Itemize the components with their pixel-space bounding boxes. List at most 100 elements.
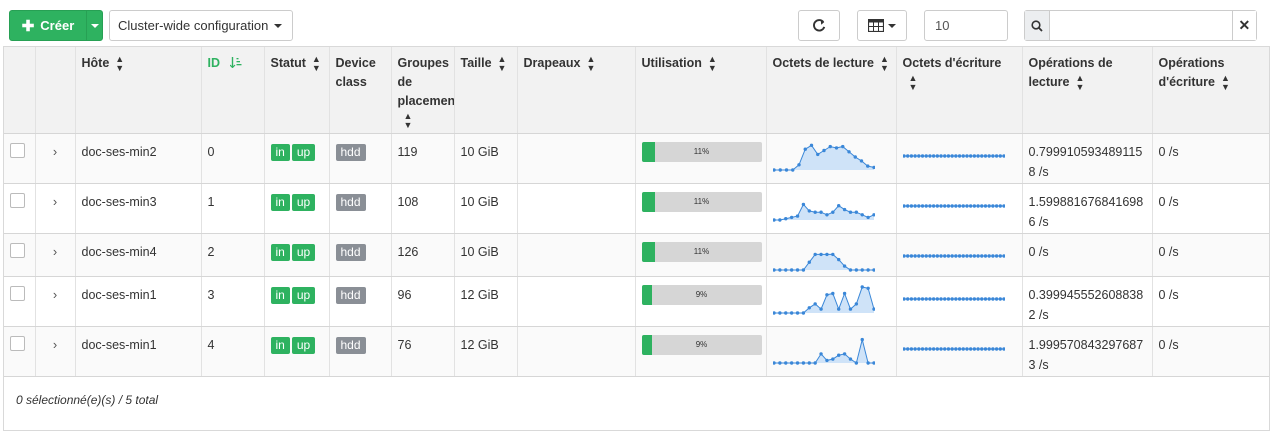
status-badge-up: up <box>291 243 316 261</box>
read-sparkline-point <box>836 353 840 357</box>
write-sparkline-point <box>927 203 932 208</box>
write-sparkline-point <box>902 253 906 258</box>
write-sparkline-point <box>994 153 998 158</box>
read-sparkline-point <box>807 305 811 309</box>
table-row[interactable]: › doc-ses-min4 2 in up hdd 126 10 GiB 11% 0 /s 0 /… <box>4 233 1269 277</box>
column-placement-groups[interactable]: Groupes de placement ▲ ▼ <box>391 47 455 134</box>
read-sparkline-point <box>824 292 829 296</box>
write-sparkline-point <box>986 203 991 208</box>
write-ops-value: 0 /s <box>1158 144 1179 159</box>
column-size[interactable]: Taille ▲ ▼ <box>454 47 518 134</box>
cluster-config-dropdown[interactable]: Cluster-wide configuration <box>109 10 293 41</box>
page-size-input[interactable]: 10 <box>924 10 1008 41</box>
write-sparkline-point <box>990 153 995 158</box>
chevron-right-icon[interactable]: › <box>42 192 69 212</box>
write-sparkline-point <box>905 346 909 351</box>
chevron-right-icon[interactable]: › <box>42 335 69 355</box>
read-sparkline-point <box>772 217 776 222</box>
read-sparkline-point <box>854 301 858 306</box>
id-cell: 3 <box>201 276 265 327</box>
status-cell: in up <box>264 276 330 327</box>
write-sparkline-point <box>909 153 913 158</box>
write-sparkline-point <box>916 346 921 351</box>
column-device-class-label: Device class <box>335 56 376 89</box>
column-id[interactable]: ID <box>201 47 265 134</box>
read-sparkline-point <box>783 310 787 315</box>
read-sparkline-point <box>865 163 869 168</box>
read-sparkline-point <box>848 210 852 214</box>
write-sparkline-point <box>998 253 1002 258</box>
row-checkbox[interactable] <box>10 142 25 158</box>
write-sparkline-point <box>975 296 980 301</box>
row-checkbox[interactable] <box>10 192 25 208</box>
write-sparkline-point <box>968 346 972 351</box>
create-dropdown-toggle[interactable] <box>86 11 103 40</box>
table-row[interactable]: › doc-ses-min3 1 in up hdd 108 10 GiB 11% 1.59988… <box>4 183 1269 234</box>
write-sparkline-point <box>983 346 987 351</box>
row-checkbox[interactable] <box>10 335 25 351</box>
chevron-right-icon[interactable]: › <box>42 242 69 262</box>
write-sparkline-point <box>942 153 946 158</box>
close-icon: ✕ <box>1238 17 1251 33</box>
clear-search-button[interactable]: ✕ <box>1231 11 1256 40</box>
write-sparkline-point <box>990 296 995 301</box>
column-host[interactable]: Hôte ▲ ▼ <box>75 47 202 134</box>
table-row[interactable]: › doc-ses-min1 3 in up hdd 96 12 GiB 9% 0.3999455… <box>4 276 1269 327</box>
chevron-right-icon[interactable]: › <box>42 285 69 305</box>
column-status[interactable]: Statut ▲ ▼ <box>264 47 330 134</box>
read-sparkline-point <box>812 252 817 256</box>
write-ops-cell: 0 /s <box>1152 276 1269 327</box>
id-cell: 0 <box>201 133 265 184</box>
table-row[interactable]: › doc-ses-min1 4 in up hdd 76 12 GiB 9% 1.9995708… <box>4 326 1269 377</box>
read-sparkline-point <box>783 267 787 272</box>
size-cell: 12 GiB <box>454 276 518 327</box>
write-sparkline-point <box>916 253 921 258</box>
create-button[interactable]: ✚ Créer <box>10 11 86 40</box>
pgs-value: 108 <box>397 194 419 209</box>
read-sparkline-point <box>824 252 829 256</box>
host-value: doc-ses-min4 <box>81 244 157 259</box>
usage-progress-label: 11% <box>693 196 710 206</box>
column-read-ops[interactable]: Opérations de lecture ▲ ▼ <box>1022 47 1153 134</box>
read-sparkline-point <box>783 360 787 365</box>
sort-icon: ▲ ▼ <box>115 53 125 73</box>
table-row[interactable]: › doc-ses-min2 0 in up hdd 119 10 GiB 11% 0.79991… <box>4 133 1269 184</box>
read-sparkline-point <box>853 154 857 159</box>
read-sparkline-point <box>777 267 782 272</box>
id-value: 0 <box>207 144 215 159</box>
read-sparkline-point <box>801 360 805 365</box>
write-sparkline-point <box>983 203 987 208</box>
column-usage[interactable]: Utilisation ▲ ▼ <box>635 47 767 134</box>
read-ops-value: 0 /s <box>1028 244 1049 259</box>
write-sparkline-point <box>927 153 932 158</box>
search-input[interactable] <box>1049 11 1232 40</box>
write-sparkline-point <box>935 296 939 301</box>
column-flags[interactable]: Drapeaux ▲ ▼ <box>517 47 636 134</box>
read-sparkline-point <box>842 351 846 356</box>
write-sparkline-point <box>946 296 950 301</box>
read-sparkline-point <box>777 360 782 365</box>
chevron-right-icon[interactable]: › <box>42 142 69 162</box>
write-sparkline-point <box>942 346 946 351</box>
read-sparkline-point <box>830 252 835 256</box>
read-bytes-sparkline <box>772 337 875 365</box>
write-sparkline-point <box>1001 346 1005 351</box>
read-ops-cell: 0 /s <box>1022 233 1153 277</box>
read-sparkline-area <box>773 286 874 313</box>
column-write-ops[interactable]: Opérations d'écriture ▲ ▼ <box>1152 47 1269 134</box>
column-write-bytes[interactable]: Octets d'écriture ▲ ▼ <box>896 47 1023 134</box>
pgs-cell: 96 <box>391 276 455 327</box>
column-device-class[interactable]: Device class <box>329 47 392 134</box>
refresh-button[interactable] <box>798 10 840 41</box>
row-checkbox[interactable] <box>10 242 25 258</box>
read-sparkline-point <box>789 267 793 272</box>
write-sparkline-point <box>961 346 965 351</box>
columns-dropdown[interactable] <box>857 10 907 41</box>
read-sparkline-point <box>807 260 811 264</box>
column-read-bytes[interactable]: Octets de lecture ▲ ▼ <box>766 47 897 134</box>
row-checkbox[interactable] <box>10 285 25 301</box>
page-size-value: 10 <box>935 18 950 33</box>
size-cell: 12 GiB <box>454 326 518 377</box>
read-sparkline-area <box>773 253 874 270</box>
flags-cell <box>517 133 636 184</box>
